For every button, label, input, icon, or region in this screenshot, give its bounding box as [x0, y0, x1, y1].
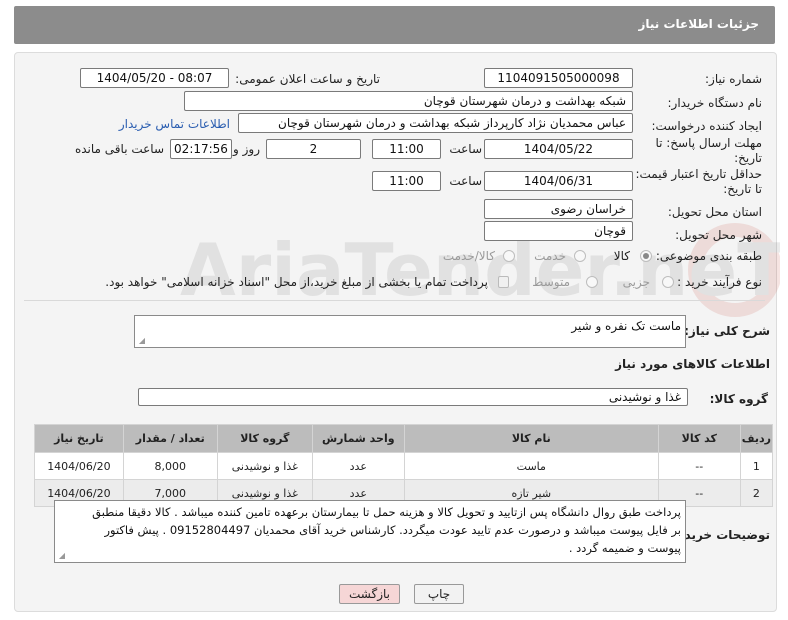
col-header-group: گروه کالا — [216, 424, 313, 453]
purchase-type-label: نوع فرآیند خرید : — [677, 275, 762, 289]
announce-label: تاریخ و ساعت اعلان عمومی: — [235, 72, 380, 86]
page-title: جزئیات اطلاعات نیاز — [638, 17, 759, 31]
buyer-notes-line: پرداخت طبق روال دانشگاه پس ازتایید و تحو… — [92, 505, 681, 519]
buyer-notes-line: پیوست و ضمیمه گردد . — [568, 541, 681, 555]
validity-hour-label: ساعت — [449, 174, 482, 188]
purchase-option-partial: جزیی — [622, 275, 650, 289]
city-field: قوچان — [484, 221, 633, 241]
purchase-option-medium: متوسط — [532, 275, 570, 289]
city-label: شهر محل تحویل: — [675, 228, 762, 242]
cell-row-number: 1 — [739, 452, 774, 480]
province-field: خراسان رضوی — [484, 199, 633, 219]
buyer-notes-line: بر فایل پیوست میباشد و درصورت عدم تایید … — [104, 523, 681, 537]
table-row: 1 -- ماست عدد غذا و نوشیدنی 8,000 1404/0… — [34, 452, 774, 480]
deadline-date-field: 1404/05/22 — [484, 139, 633, 159]
requester-field: عباس محمدیان نژاد کارپرداز شبکه بهداشت و… — [238, 113, 633, 133]
col-header-name: نام کالا — [403, 424, 659, 453]
col-header-unit: واحد شمارش — [311, 424, 405, 453]
category-radio-goods[interactable] — [640, 250, 652, 262]
category-radio-service[interactable] — [574, 250, 586, 262]
col-header-code: کد کالا — [657, 424, 741, 453]
resize-handle-icon[interactable]: ◢ — [57, 552, 65, 560]
section-divider — [24, 300, 765, 301]
province-label: استان محل تحویل: — [667, 205, 762, 219]
cell-quantity: 8,000 — [122, 452, 218, 480]
summary-textarea[interactable]: ماست تک نفره و شیر ◢ — [134, 315, 686, 348]
back-button[interactable]: بازگشت — [339, 584, 400, 604]
category-option-goods: کالا — [613, 249, 630, 263]
remaining-time-label: ساعت باقی مانده — [74, 142, 164, 156]
buyer-notes-textarea[interactable]: پرداخت طبق روال دانشگاه پس ازتایید و تحو… — [54, 500, 686, 563]
need-number-field: 1104091505000098 — [484, 68, 633, 88]
announce-date-field: 1404/05/20 - 08:07 — [80, 68, 229, 88]
col-header-date: تاریخ نیاز — [34, 424, 124, 453]
deadline-hour-field: 11:00 — [372, 139, 441, 159]
resize-handle-icon[interactable]: ◢ — [137, 337, 145, 345]
remaining-time-field: 02:17:56 — [170, 139, 232, 159]
deadline-label-line1: مهلت ارسال پاسخ: تا — [655, 136, 762, 150]
col-header-quantity: تعداد / مقدار — [122, 424, 218, 453]
deadline-hour-label: ساعت — [449, 142, 482, 156]
summary-text: ماست تک نفره و شیر — [571, 319, 681, 333]
purchase-radio-partial[interactable] — [662, 276, 674, 288]
buyer-org-field: شبکه بهداشت و درمان شهرستان قوچان — [184, 91, 633, 111]
category-radio-goods-service[interactable] — [503, 250, 515, 262]
requester-label: ایجاد کننده درخواست: — [651, 119, 762, 133]
col-header-row-number: ردیف — [739, 424, 774, 453]
cell-name: ماست — [403, 452, 659, 480]
items-table: ردیف کد کالا نام کالا واحد شمارش گروه کا… — [34, 424, 774, 507]
validity-label-line1: حداقل تاریخ اعتبار قیمت: — [635, 167, 762, 181]
buyer-org-label: نام دستگاه خریدار: — [667, 96, 763, 110]
cell-code: -- — [657, 452, 741, 480]
cell-group: غذا و نوشیدنی — [216, 452, 313, 480]
days-label: روز و — [233, 142, 260, 156]
cell-row-number: 2 — [739, 479, 774, 507]
summary-label: شرح کلی نیاز: — [684, 324, 770, 338]
page-header: جزئیات اطلاعات نیاز — [14, 6, 775, 44]
purchase-radio-medium[interactable] — [586, 276, 598, 288]
treasury-payment-note: پرداخت تمام یا بخشی از مبلغ خرید،از محل … — [105, 275, 488, 289]
buyer-contact-link[interactable]: اطلاعات تماس خریدار — [119, 117, 230, 131]
days-field: 2 — [266, 139, 361, 159]
validity-hour-field: 11:00 — [372, 171, 441, 191]
validity-label-line2: تا تاریخ: — [723, 182, 762, 196]
category-option-goods-service: کالا/خدمت — [442, 249, 495, 263]
table-header-row: ردیف کد کالا نام کالا واحد شمارش گروه کا… — [34, 424, 774, 453]
validity-date-field: 1404/06/31 — [484, 171, 633, 191]
cell-unit: عدد — [311, 452, 405, 480]
goods-group-field: غذا و نوشیدنی — [138, 388, 688, 406]
goods-group-label: گروه کالا: — [709, 392, 768, 406]
category-option-service: خدمت — [534, 249, 566, 263]
deadline-label-line2: تاریخ: — [734, 151, 762, 165]
category-label: طبقه بندی موضوعی: — [655, 249, 762, 263]
treasury-checkbox[interactable] — [498, 276, 509, 288]
print-button[interactable]: چاپ — [414, 584, 464, 604]
cell-date: 1404/06/20 — [34, 452, 124, 480]
need-number-label: شماره نیاز: — [705, 72, 762, 86]
goods-info-title: اطلاعات کالاهای مورد نیاز — [615, 357, 770, 371]
